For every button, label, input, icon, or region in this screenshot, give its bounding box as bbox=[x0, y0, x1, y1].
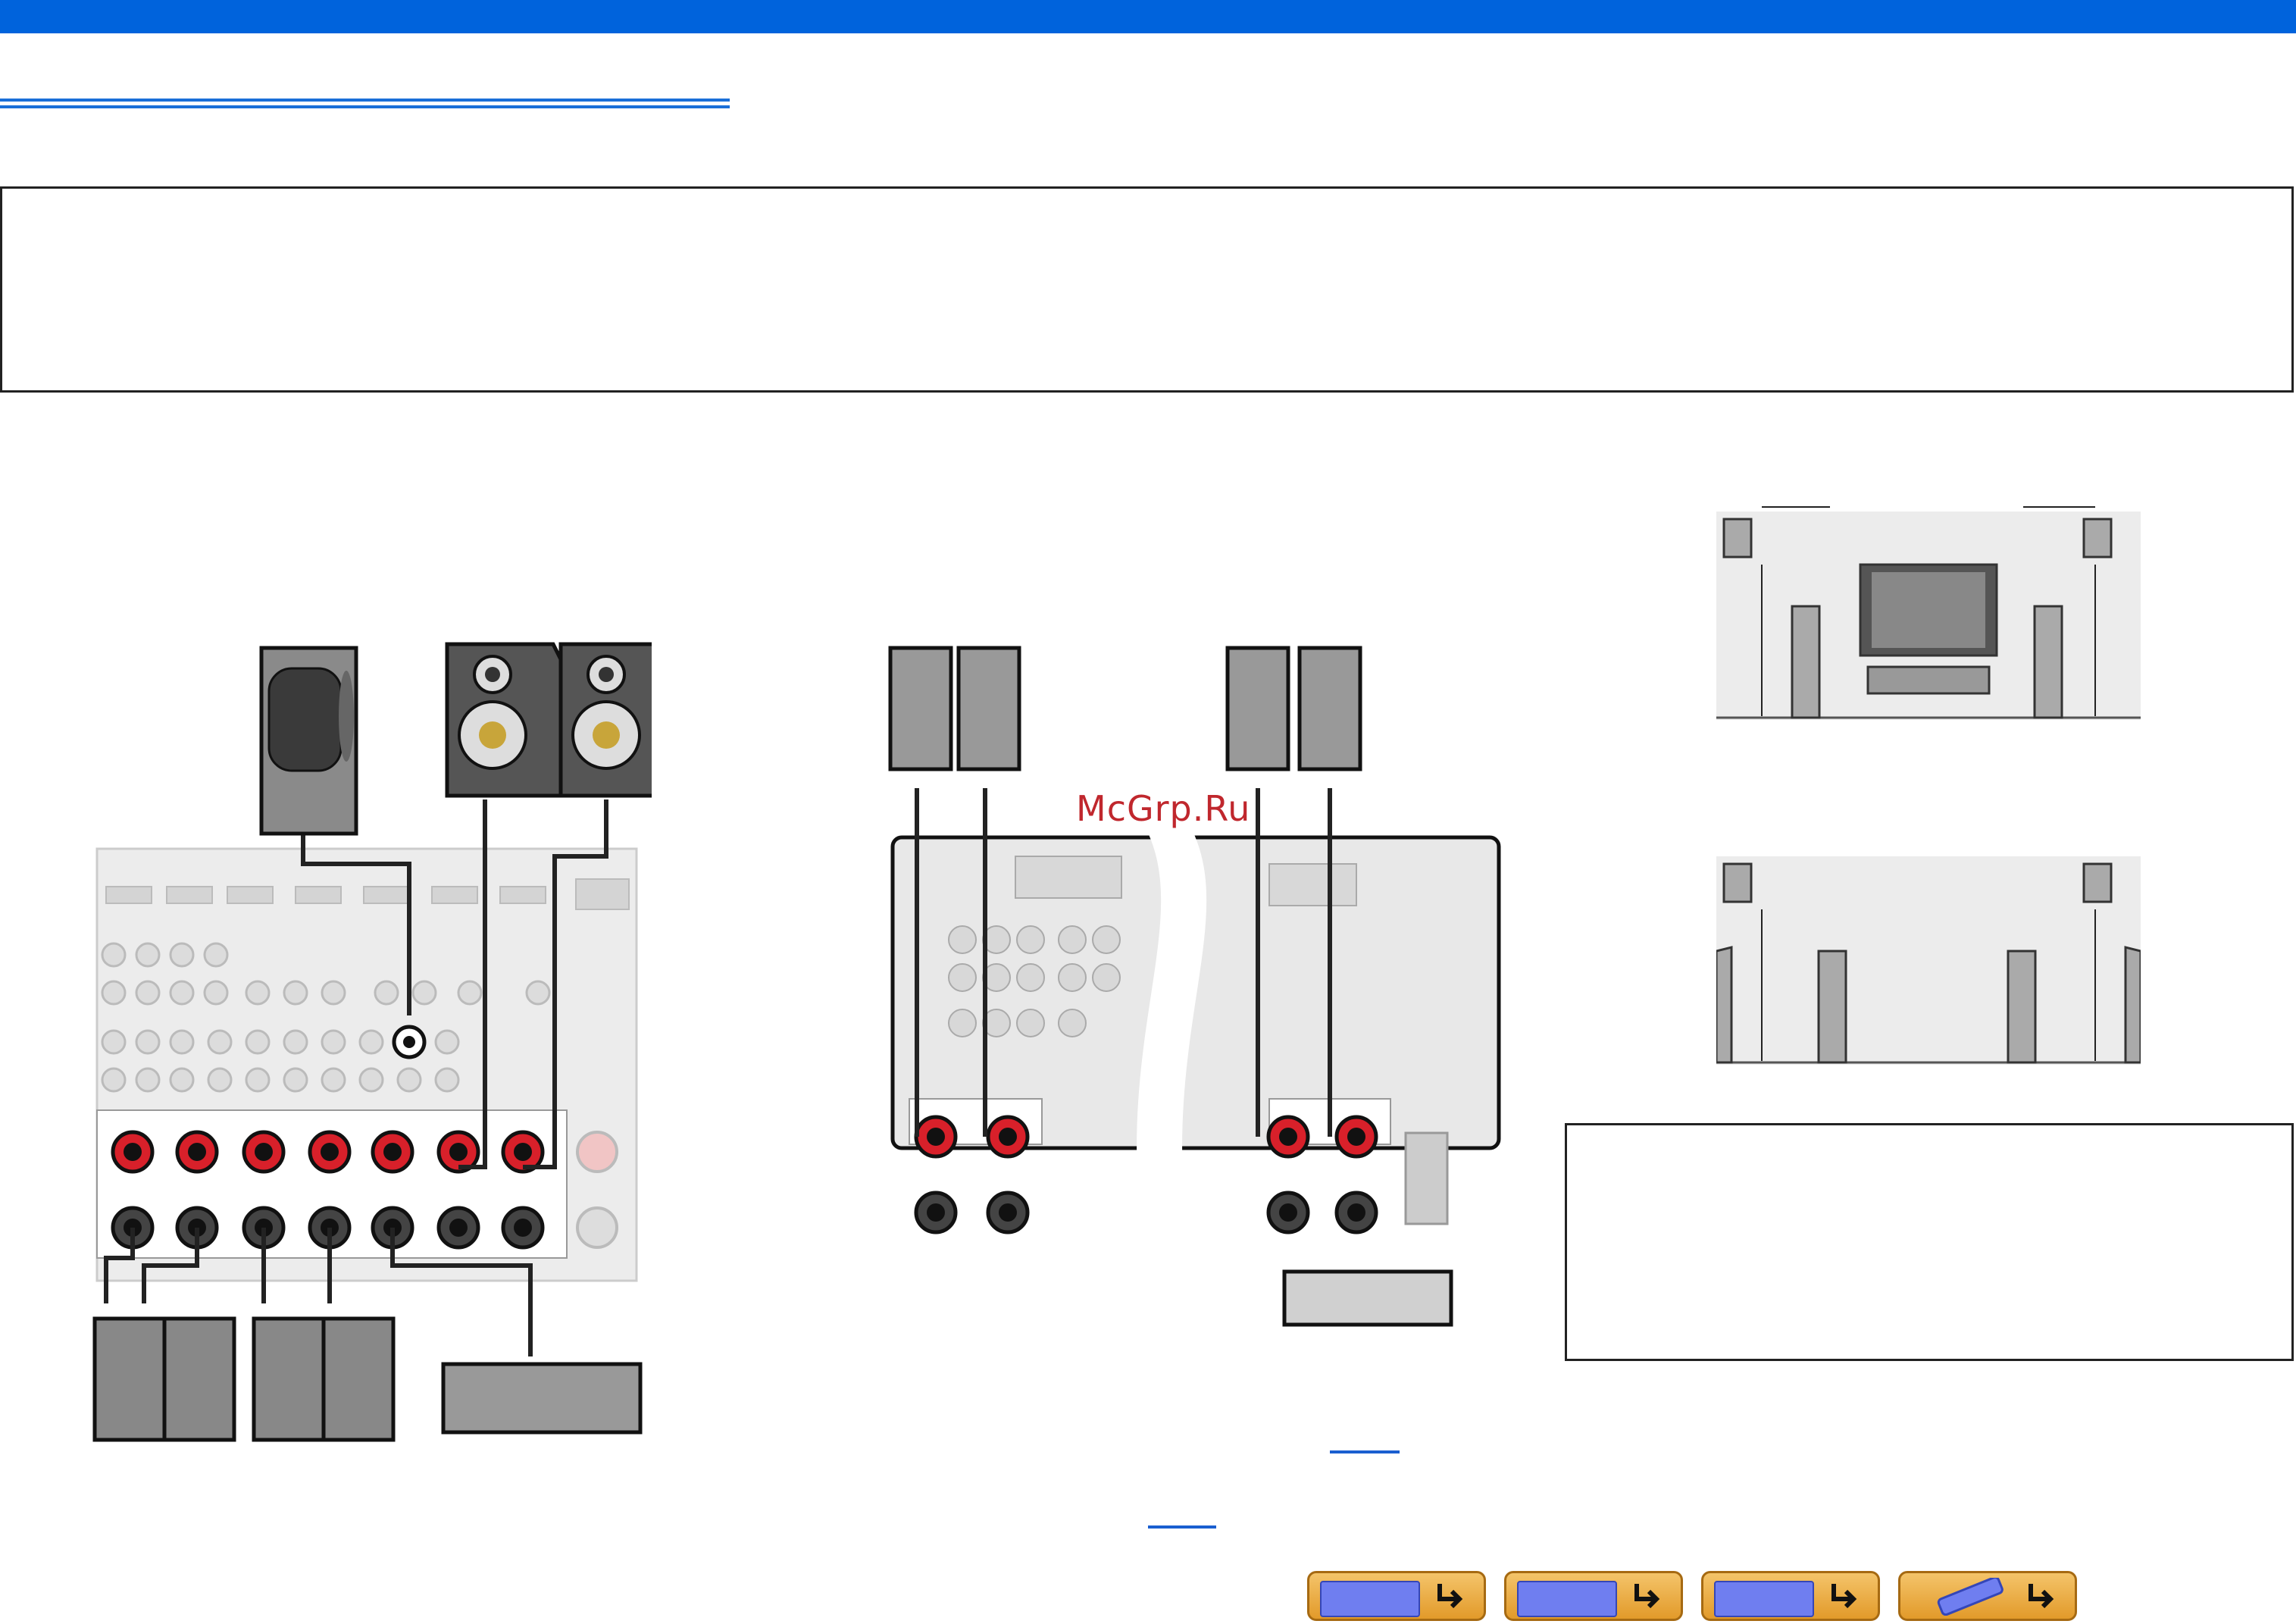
page-reference-link-2[interactable] bbox=[1148, 1525, 1216, 1529]
nav-menu-list-button[interactable] bbox=[1701, 1571, 1880, 1621]
note-box bbox=[0, 186, 2294, 393]
return-arrow-icon bbox=[1831, 1584, 1857, 1609]
nav-rear-panel-button[interactable] bbox=[1504, 1571, 1683, 1621]
watermark: McGrp.Ru bbox=[1076, 788, 1251, 829]
note-box-secondary bbox=[1565, 1123, 2294, 1361]
left-connection-diagram bbox=[92, 642, 652, 1442]
header-bar bbox=[0, 0, 2296, 33]
return-arrow-icon bbox=[2029, 1584, 2054, 1609]
receiver-front-icon bbox=[1320, 1581, 1420, 1617]
return-arrow-icon bbox=[1437, 1584, 1463, 1609]
page-reference-link[interactable] bbox=[1330, 1450, 1400, 1453]
nav-remote-control-button[interactable] bbox=[1898, 1571, 2077, 1621]
placement-diagram-side bbox=[1716, 856, 2141, 1065]
section-underline bbox=[0, 99, 730, 109]
remote-control-icon bbox=[1937, 1578, 2004, 1616]
return-arrow-icon bbox=[1634, 1584, 1660, 1609]
middle-connection-diagram bbox=[888, 646, 1501, 1327]
receiver-rear-icon bbox=[1517, 1581, 1617, 1617]
nav-front-panel-button[interactable] bbox=[1307, 1571, 1486, 1621]
placement-diagram-front bbox=[1716, 506, 2141, 720]
menu-list-icon bbox=[1714, 1581, 1814, 1617]
